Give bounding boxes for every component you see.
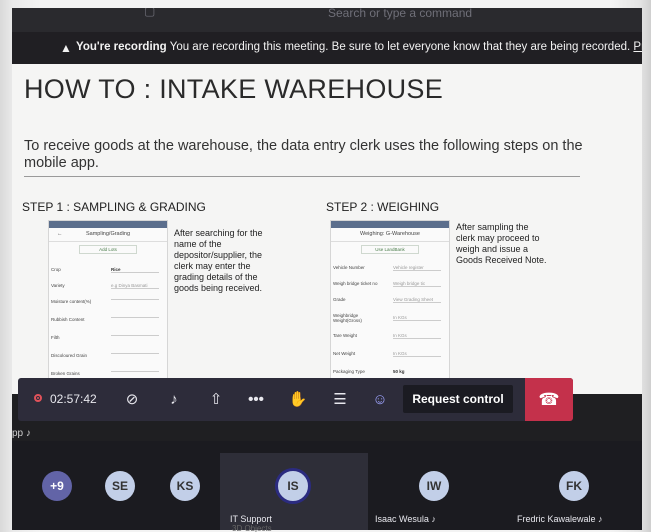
recording-message: You are recording this meeting. Be sure …: [169, 41, 631, 53]
photo-frame: ▢ Search or type a command ▲ You're reco…: [0, 0, 651, 532]
avatar[interactable]: IS: [275, 468, 311, 504]
use-landbank-button: Use LandBank: [361, 245, 419, 254]
teams-meeting-window: ▢ Search or type a command ▲ You're reco…: [12, 8, 642, 530]
warning-icon: ▲: [60, 41, 72, 55]
mic-muted-icon: ♪: [25, 428, 31, 439]
shared-slide: HOW TO : INTAKE WAREHOUSE To receive goo…: [12, 64, 642, 394]
raise-hand-icon[interactable]: ✋: [286, 378, 310, 421]
phone-screen-title: ← Sampling/Grading: [49, 228, 167, 242]
phone-status-bar: [331, 221, 449, 228]
divider: [24, 176, 580, 177]
participant-name: Isaac Wesula ♪: [375, 514, 436, 524]
step1-heading: STEP 1 : SAMPLING & GRADING: [22, 200, 206, 214]
phone-screen-title: Weighing: G-Warehouse: [331, 228, 449, 242]
mic-muted-icon[interactable]: ♪: [162, 378, 186, 421]
step2-description: After sampling the clerk may proceed to …: [456, 222, 547, 265]
more-options-icon[interactable]: •••: [244, 378, 268, 421]
avatar[interactable]: SE: [105, 471, 135, 501]
avatar[interactable]: KS: [170, 471, 200, 501]
add-lots-button: Add Lots: [79, 245, 137, 254]
step1-phone-screenshot: ← Sampling/Grading Add Lots Crop Rice Va…: [48, 220, 168, 388]
participant-name: Fredric Kawalewale ♪: [517, 514, 603, 524]
recording-icon: [34, 394, 42, 402]
meeting-timer: 02:57:42: [50, 392, 97, 406]
recording-label: You're recording: [76, 41, 167, 53]
camera-off-icon[interactable]: ⊘: [120, 378, 144, 421]
slide-intro: To receive goods at the warehouse, the d…: [24, 138, 583, 171]
slide-title: HOW TO : INTAKE WAREHOUSE: [24, 74, 444, 104]
meeting-controls: 02:57:42 ⊘ ♪ ⇧ ••• ✋ ☰ ☺ Request control…: [18, 378, 573, 421]
search-icon: ▢: [144, 8, 156, 18]
explorer-item-label: 3D Objects: [232, 524, 272, 532]
participant-name: IT Support: [230, 514, 272, 524]
search-bar[interactable]: ▢ Search or type a command: [12, 8, 642, 32]
step1-description: After searching for the name of the depo…: [174, 228, 263, 293]
search-placeholder: Search or type a command: [328, 8, 473, 20]
participant-strip: +9 SE KS IS IT Support IW Isaac Wesula ♪…: [12, 441, 642, 530]
participants-icon[interactable]: ☺: [368, 378, 392, 421]
recording-banner: ▲ You're recording You are recording thi…: [12, 32, 642, 64]
chat-icon[interactable]: ☰: [328, 378, 352, 421]
partial-participant-label: pp ♪: [12, 428, 31, 439]
back-arrow-icon: ←: [57, 231, 63, 237]
step2-heading: STEP 2 : WEIGHING: [326, 200, 440, 214]
mic-muted-icon: ♪: [598, 514, 603, 524]
phone-status-bar: [49, 221, 167, 228]
hang-up-button[interactable]: ☎: [525, 378, 573, 421]
phone-hangup-icon: ☎: [538, 390, 560, 409]
share-screen-icon[interactable]: ⇧: [204, 378, 228, 421]
mic-muted-icon: ♪: [431, 514, 436, 524]
avatar[interactable]: IW: [419, 471, 449, 501]
avatar[interactable]: FK: [559, 471, 589, 501]
request-control-button[interactable]: Request control: [403, 385, 513, 413]
more-participants-avatar[interactable]: +9: [42, 471, 72, 501]
step2-phone-screenshot: Weighing: G-Warehouse Use LandBank Vehic…: [330, 220, 450, 388]
privacy-link[interactable]: Privacy p: [633, 41, 642, 53]
